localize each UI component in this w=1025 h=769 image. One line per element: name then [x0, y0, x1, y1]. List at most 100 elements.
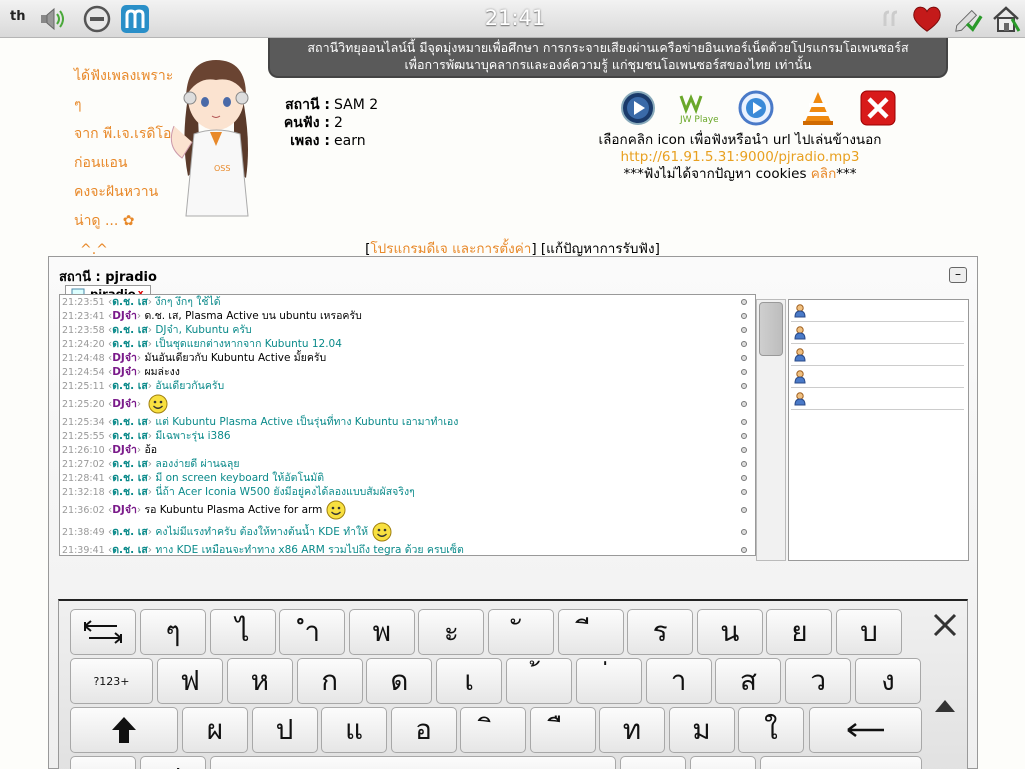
message-nick[interactable]: DJจ๋า	[112, 398, 137, 410]
message-nick[interactable]: ด.ช. เส	[112, 338, 148, 350]
key-10[interactable]: ย	[766, 609, 833, 655]
message-text: รอ Kubuntu Plasma Active for arm	[144, 504, 323, 516]
close-keyboard-button[interactable]	[925, 607, 965, 643]
wifi-icon[interactable]	[875, 4, 905, 34]
smiley-icon	[326, 500, 346, 520]
message-nick[interactable]: ด.ช. เส	[112, 430, 148, 442]
pen-check-icon[interactable]	[953, 4, 983, 34]
key-5[interactable]: ะ	[418, 609, 485, 655]
key-29[interactable]: ท	[599, 707, 665, 753]
user-list-item[interactable]	[791, 388, 964, 410]
backspace-key[interactable]	[809, 707, 922, 753]
message-text: มี on screen keyboard ให้อัตโนมัติ	[155, 472, 325, 484]
svg-text:OSS: OSS	[214, 164, 230, 173]
minimize-button[interactable]: –	[949, 267, 967, 283]
message-time: 21:36:02	[62, 505, 105, 516]
key-12[interactable]: ฟ	[157, 658, 223, 704]
message-time: 21:26:10	[62, 445, 105, 456]
message-nick[interactable]: ด.ช. เส	[112, 544, 148, 555]
jwplayer-icon[interactable]: JW Player	[678, 90, 718, 126]
key-8[interactable]: ร	[627, 609, 694, 655]
key-1[interactable]: ๆ	[140, 609, 206, 655]
home-icon[interactable]	[991, 4, 1021, 34]
notice-banner: สถานีวิทยุออนไลน์นี้ มีจุดมุ่งหมายเพื่อศ…	[268, 38, 948, 78]
close-player-icon[interactable]	[860, 90, 896, 126]
key-3[interactable]: ำ	[279, 609, 346, 655]
key-21[interactable]: ว	[785, 658, 852, 704]
scrollbar-thumb[interactable]	[759, 302, 783, 356]
settings-icon[interactable]	[82, 4, 112, 34]
key-31[interactable]: ใ	[738, 707, 804, 753]
message-nick[interactable]: DJจ๋า	[112, 366, 137, 378]
message-nick[interactable]: DJจ๋า	[112, 504, 137, 516]
message-nick[interactable]: DJจ๋า	[112, 444, 137, 456]
key-2[interactable]: ไ	[209, 609, 276, 655]
chat-message: 21:26:10 ‹DJจ๋า› อ้อ	[60, 443, 755, 457]
vlc-icon[interactable]	[800, 90, 836, 126]
key-23[interactable]: ผ	[182, 707, 248, 753]
language-indicator[interactable]: th	[10, 9, 25, 24]
message-nick[interactable]: ด.ช. เส	[112, 416, 148, 428]
smiley-icon	[148, 394, 168, 414]
key-17[interactable]: ้	[506, 658, 572, 704]
key-33[interactable]: ฝ	[140, 756, 206, 769]
key-32[interactable]: ล	[70, 756, 136, 769]
message-nick[interactable]: ด.ช. เส	[112, 486, 148, 498]
user-list-item[interactable]	[791, 366, 964, 388]
message-nick[interactable]: DJจ๋า	[112, 352, 137, 364]
key-18[interactable]: ่	[575, 658, 642, 704]
key-34[interactable]: ข	[620, 756, 686, 769]
user-list-item[interactable]	[791, 300, 964, 322]
message-nick[interactable]: ด.ช. เส	[112, 380, 148, 392]
message-nick[interactable]: ด.ช. เส	[112, 296, 148, 308]
shift-key[interactable]	[70, 707, 178, 753]
key-24[interactable]: ป	[251, 707, 318, 753]
song-label: เพลง :	[290, 133, 330, 149]
expand-keyboard-button[interactable]	[925, 691, 965, 721]
message-nick[interactable]: DJจ๋า	[112, 310, 137, 322]
key-16[interactable]: เ	[436, 658, 503, 704]
message-time: 21:23:58	[62, 325, 105, 336]
stream-url-link[interactable]: http://61.91.5.31:9000/pjradio.mp3	[560, 149, 920, 166]
key-25[interactable]: แ	[321, 707, 387, 753]
speaker-icon[interactable]	[38, 4, 68, 34]
space-key[interactable]	[210, 756, 616, 769]
message-nick[interactable]: ด.ช. เส	[112, 472, 148, 484]
key-35[interactable]: ฃ	[690, 756, 756, 769]
symbols-key[interactable]: ?123+	[70, 658, 153, 704]
message-nick[interactable]: ด.ช. เส	[112, 526, 148, 538]
system-top-bar: th 21:41	[0, 0, 1025, 38]
chat-message: 21:25:20 ‹DJจ๋า›	[60, 393, 755, 415]
quicktime-icon[interactable]	[620, 90, 656, 126]
enter-key[interactable]	[760, 756, 922, 769]
user-list-item[interactable]	[791, 344, 964, 366]
listening-fix-link[interactable]: แก้ปัญหาการรับฟัง	[546, 241, 654, 257]
tab-key[interactable]	[70, 609, 136, 655]
message-nick[interactable]: ด.ช. เส	[112, 458, 148, 470]
meego-icon[interactable]	[120, 4, 150, 34]
key-14[interactable]: ก	[296, 658, 363, 704]
key-28[interactable]: ื	[529, 707, 596, 753]
key-9[interactable]: น	[696, 609, 763, 655]
key-13[interactable]: ห	[226, 658, 293, 704]
key-4[interactable]: พ	[348, 609, 415, 655]
heart-icon[interactable]	[912, 4, 942, 34]
windows-media-icon[interactable]	[738, 90, 774, 126]
cookies-link[interactable]: คลิก	[811, 166, 836, 182]
key-20[interactable]: ส	[715, 658, 782, 704]
key-11[interactable]: บ	[836, 609, 902, 655]
key-7[interactable]: ี	[557, 609, 624, 655]
key-27[interactable]: ิ	[460, 707, 526, 753]
chat-scrollbar[interactable]	[756, 299, 786, 561]
chat-log[interactable]: 21:23:51 ‹ด.ช. เส› งึกๆ งึกๆ ใช้ได้ 21:23…	[59, 294, 756, 556]
key-6[interactable]: ั	[488, 609, 554, 655]
key-26[interactable]: อ	[390, 707, 457, 753]
hint-line: เลือกคลิก icon เพื่อฟังหรือนำ url ไปเล่น…	[598, 132, 882, 148]
key-19[interactable]: า	[645, 658, 712, 704]
key-22[interactable]: ง	[855, 658, 921, 704]
dj-program-link[interactable]: โปรแกรมดีเจ และการตั้งค่า	[370, 241, 531, 257]
key-15[interactable]: ด	[366, 658, 433, 704]
key-30[interactable]: ม	[668, 707, 735, 753]
user-list-item[interactable]	[791, 322, 964, 344]
message-nick[interactable]: ด.ช. เส	[112, 324, 148, 336]
